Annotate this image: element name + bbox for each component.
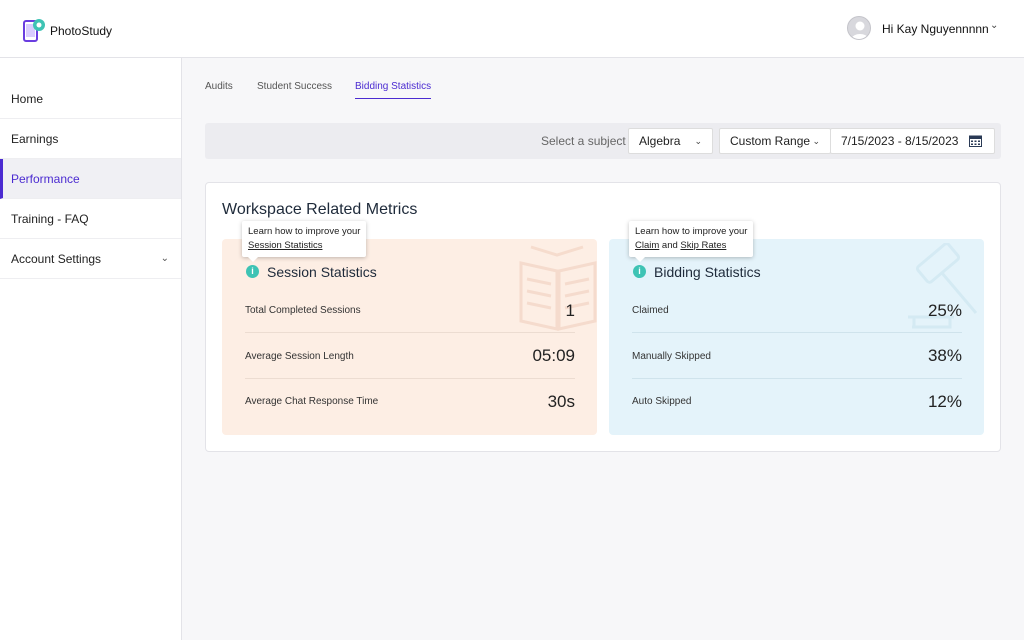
- sidebar-item-home[interactable]: Home: [0, 79, 181, 119]
- sidebar-item-label: Training - FAQ: [11, 212, 89, 226]
- tooltip-text: Learn how to improve your: [248, 226, 361, 237]
- sidebar: Home Earnings Performance Training - FAQ…: [0, 58, 182, 640]
- session-statistics-link[interactable]: Session Statistics: [248, 240, 322, 251]
- subject-select-value: Algebra: [639, 134, 681, 148]
- range-select[interactable]: Custom Range ⌄: [719, 128, 831, 154]
- row-divider: [632, 378, 962, 379]
- row-value-average-session-length: 05:09: [532, 346, 575, 365]
- row-label-average-session-length: Average Session Length: [245, 351, 354, 362]
- session-card-title: Session Statistics: [267, 264, 377, 280]
- tooltip-and-text: and: [661, 240, 678, 251]
- row-label-auto-skipped: Auto Skipped: [632, 396, 692, 407]
- bidding-tooltip: Learn how to improve your Claim and Skip…: [629, 221, 754, 262]
- tab-bidding-statistics[interactable]: Bidding Statistics: [355, 81, 432, 99]
- row-label-manually-skipped: Manually Skipped: [632, 351, 711, 362]
- panel-title: Workspace Related Metrics: [222, 201, 418, 218]
- tab-audits[interactable]: Audits: [205, 81, 233, 99]
- chevron-down-icon[interactable]: ⌄: [990, 20, 998, 31]
- bidding-card-title: Bidding Statistics: [654, 264, 761, 280]
- claim-link[interactable]: Claim: [635, 240, 659, 251]
- chevron-down-icon: ⌄: [812, 136, 820, 146]
- row-value-total-completed-sessions: 1: [565, 301, 575, 320]
- skip-rates-link[interactable]: Skip Rates: [680, 240, 726, 251]
- sidebar-item-label: Earnings: [11, 132, 59, 146]
- sidebar-item-performance[interactable]: Performance: [0, 159, 181, 199]
- photostudy-logo-icon[interactable]: [22, 18, 46, 44]
- avatar-icon: [851, 21, 869, 39]
- row-label-claimed: Claimed: [632, 305, 669, 316]
- sidebar-item-label: Account Settings: [11, 252, 102, 266]
- range-select-value: Custom Range: [730, 134, 811, 148]
- subject-label: Select a subject: [541, 134, 626, 148]
- date-range-value: 7/15/2023 - 8/15/2023: [841, 134, 959, 148]
- row-value-auto-skipped: 12%: [927, 392, 962, 411]
- tooltip-text: Learn how to improve your: [635, 226, 748, 237]
- info-icon[interactable]: i: [246, 265, 259, 278]
- session-tooltip: Learn how to improve your Session Statis…: [242, 221, 367, 262]
- sidebar-item-label: Home: [11, 92, 44, 106]
- date-range-input[interactable]: 7/15/2023 - 8/15/2023: [830, 128, 995, 154]
- row-divider: [632, 332, 962, 333]
- row-divider: [245, 332, 575, 333]
- user-avatar[interactable]: [847, 16, 871, 40]
- top-header: PhotoStudy Hi Kay Nguyennnnn ⌄: [0, 0, 1024, 58]
- info-icon[interactable]: i: [633, 265, 646, 278]
- row-label-average-chat-response-time: Average Chat Response Time: [245, 396, 379, 407]
- calendar-icon[interactable]: [969, 135, 982, 147]
- chevron-down-icon: ⌄: [694, 136, 702, 146]
- row-label-total-completed-sessions: Total Completed Sessions: [245, 305, 361, 316]
- user-greeting[interactable]: Hi Kay Nguyennnnn: [882, 22, 989, 36]
- row-value-average-chat-response-time: 30s: [547, 392, 575, 411]
- row-value-claimed: 25%: [927, 301, 962, 320]
- chevron-down-icon: ⌄: [160, 253, 169, 264]
- tab-student-success[interactable]: Student Success: [257, 81, 332, 99]
- app-name[interactable]: PhotoStudy: [50, 24, 112, 38]
- sidebar-item-label: Performance: [11, 172, 80, 186]
- sidebar-item-training-faq[interactable]: Training - FAQ: [0, 199, 181, 239]
- sidebar-item-account-settings[interactable]: Account Settings ⌄: [0, 239, 181, 279]
- sidebar-item-earnings[interactable]: Earnings: [0, 119, 181, 159]
- subject-select[interactable]: Algebra ⌄: [628, 128, 713, 154]
- row-value-manually-skipped: 38%: [927, 346, 962, 365]
- row-divider: [245, 378, 575, 379]
